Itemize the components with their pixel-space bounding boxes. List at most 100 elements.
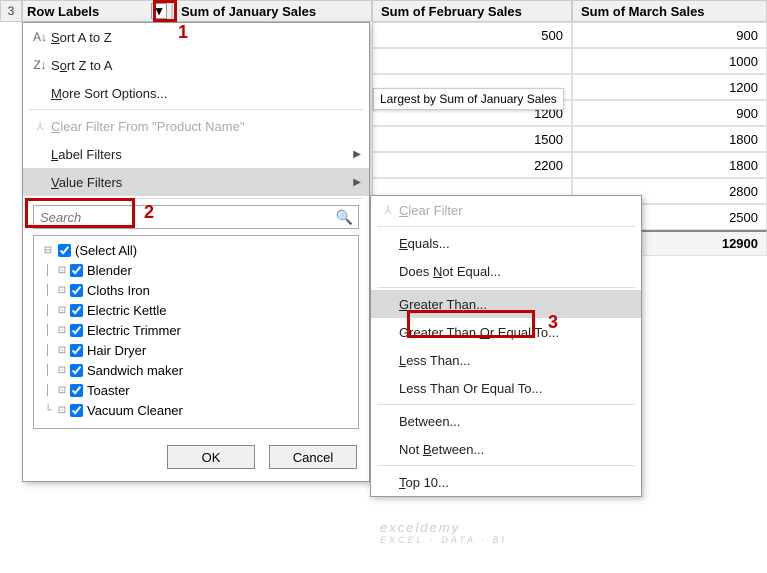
checkbox[interactable] (70, 404, 83, 417)
value-filters-submenu: ⅄ Clear Filter Equals... Does Not Equal.… (370, 195, 642, 497)
cell-feb (372, 48, 572, 74)
submenu-arrow-icon: ▶ (353, 149, 361, 160)
does-not-equal[interactable]: Does Not Equal... (371, 257, 641, 285)
separator (377, 465, 635, 466)
less-than-or-equal[interactable]: Less Than Or Equal To... (371, 374, 641, 402)
item-label: Cloths Iron (87, 283, 150, 298)
between-label: Between... (399, 414, 633, 429)
filter-dropdown: A↓ Sort A to Z Z↓ Sort Z to A More Sort … (22, 22, 370, 482)
ok-button[interactable]: OK (167, 445, 255, 469)
dropdown-icon: ▾ (156, 3, 163, 19)
equals-label: Equals... (399, 236, 633, 251)
row-number: 3 (0, 0, 22, 22)
checkbox[interactable] (70, 384, 83, 397)
search-icon: 🔍 (336, 209, 353, 226)
col-row-labels-text: Row Labels (27, 4, 99, 19)
sort-ascending-icon: A↓ (29, 30, 51, 44)
search-box-wrap: 🔍 (33, 205, 359, 229)
greater-than-or-equal[interactable]: Greater Than Or Equal To... (371, 318, 641, 346)
label-filters-label: Label Filters (51, 147, 353, 162)
header-row: 3 Row Labels ▾ Sum of January Sales Sum … (0, 0, 767, 22)
watermark: exceldemy EXCEL · DATA · BI (380, 520, 507, 545)
value-filters[interactable]: Value Filters ▶ (23, 168, 369, 196)
dne-label: Does Not Equal... (399, 264, 633, 279)
item-label: Vacuum Cleaner (87, 403, 183, 418)
list-item: │⊡Hair Dryer (38, 340, 354, 360)
list-item: └⊡Vacuum Cleaner (38, 400, 354, 420)
equals[interactable]: Equals... (371, 229, 641, 257)
sort-a-to-z[interactable]: A↓ Sort A to Z (23, 23, 369, 51)
row-labels-filter-button[interactable]: ▾ (151, 3, 167, 19)
cell-mar: 900 (572, 22, 767, 48)
cell-mar: 1800 (572, 152, 767, 178)
list-item: │⊡Toaster (38, 380, 354, 400)
lte-label: Less Than Or Equal To... (399, 381, 633, 396)
list-item: │⊡Cloths Iron (38, 280, 354, 300)
clear-filter-sub-label: Clear Filter (399, 203, 633, 218)
lt-label: Less Than... (399, 353, 633, 368)
separator (377, 226, 635, 227)
item-label: Electric Trimmer (87, 323, 181, 338)
gt-label: Greater Than... (399, 297, 633, 312)
col-january: Sum of January Sales (172, 0, 372, 22)
separator (377, 287, 635, 288)
cell-feb: 500 (372, 22, 572, 48)
cell-mar: 1800 (572, 126, 767, 152)
list-item: │⊡Blender (38, 260, 354, 280)
checkbox[interactable] (70, 284, 83, 297)
dialog-buttons: OK Cancel (23, 437, 369, 481)
clear-filter-label: Clear Filter From "Product Name" (51, 119, 361, 134)
top-10[interactable]: Top 10... (371, 468, 641, 496)
not-between[interactable]: Not Between... (371, 435, 641, 463)
checkbox-select-all[interactable] (58, 244, 71, 257)
more-sort-options[interactable]: More Sort Options... (23, 79, 369, 107)
search-input[interactable] (33, 205, 359, 229)
greater-than[interactable]: Greater Than... (371, 290, 641, 318)
checkbox[interactable] (70, 264, 83, 277)
item-label: Hair Dryer (87, 343, 146, 358)
sort-tooltip: Largest by Sum of January Sales (373, 88, 564, 110)
item-label: Electric Kettle (87, 303, 166, 318)
clear-filter: ⅄ Clear Filter From "Product Name" (23, 112, 369, 140)
less-than[interactable]: Less Than... (371, 346, 641, 374)
top10-label: Top 10... (399, 475, 633, 490)
cell-feb: 1500 (372, 126, 572, 152)
watermark-line1: exceldemy (380, 520, 507, 535)
watermark-line2: EXCEL · DATA · BI (380, 535, 507, 545)
sort-z-to-a[interactable]: Z↓ Sort Z to A (23, 51, 369, 79)
separator (377, 404, 635, 405)
col-february: Sum of February Sales (372, 0, 572, 22)
separator (29, 198, 363, 199)
sort-za-label: Sort Z to A (51, 58, 361, 73)
item-label: Sandwich maker (87, 363, 183, 378)
label-filters[interactable]: Label Filters ▶ (23, 140, 369, 168)
cancel-button[interactable]: Cancel (269, 445, 357, 469)
list-item: ⊟(Select All) (38, 240, 354, 260)
gte-label: Greater Than Or Equal To... (399, 325, 633, 340)
col-march: Sum of March Sales (572, 0, 767, 22)
value-filters-label: Value Filters (51, 175, 353, 190)
filter-checklist[interactable]: ⊟(Select All) │⊡Blender │⊡Cloths Iron │⊡… (33, 235, 359, 429)
not-between-label: Not Between... (399, 442, 633, 457)
checkbox[interactable] (70, 304, 83, 317)
callout-number-2: 2 (144, 202, 154, 223)
item-label: Blender (87, 263, 132, 278)
sort-az-label: Sort A to Z (51, 30, 361, 45)
more-sort-label: More Sort Options... (51, 86, 361, 101)
clear-filter-icon: ⅄ (377, 203, 399, 217)
clear-filter-sub: ⅄ Clear Filter (371, 196, 641, 224)
checkbox[interactable] (70, 344, 83, 357)
list-item: │⊡Sandwich maker (38, 360, 354, 380)
between[interactable]: Between... (371, 407, 641, 435)
callout-number-3: 3 (548, 312, 558, 333)
separator (29, 109, 363, 110)
item-label: (Select All) (75, 243, 137, 258)
cell-mar: 900 (572, 100, 767, 126)
cell-feb: 2200 (372, 152, 572, 178)
item-label: Toaster (87, 383, 130, 398)
checkbox[interactable] (70, 364, 83, 377)
sort-descending-icon: Z↓ (29, 58, 51, 72)
submenu-arrow-icon: ▶ (353, 177, 361, 188)
checkbox[interactable] (70, 324, 83, 337)
cell-mar: 1200 (572, 74, 767, 100)
